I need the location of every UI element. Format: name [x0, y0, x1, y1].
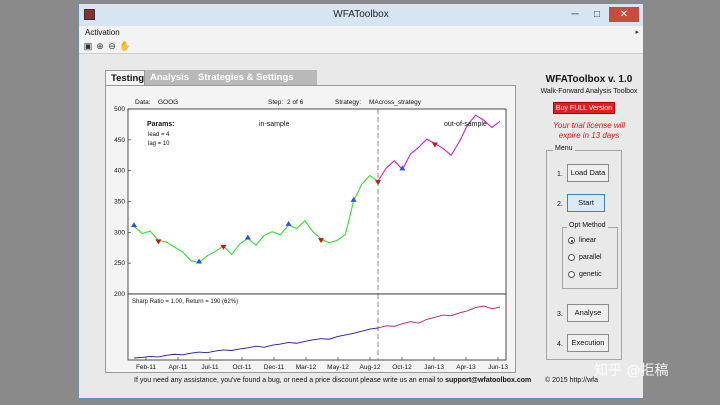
radio-genetic-label: genetic	[579, 271, 602, 278]
price-y-tick-label: 350	[114, 199, 125, 206]
equity-x-tick-label: Apr-13	[456, 364, 476, 371]
app-window: WFAToolbox ─ □ ✕ Activation ▸ ▣ ⊕ ⊖ ✋ Te…	[78, 3, 644, 399]
toolbar: ▣ ⊕ ⊖ ✋	[79, 39, 643, 54]
equity-x-tick-label: Mar-12	[296, 364, 317, 371]
radio-parallel-label: parallel	[579, 254, 602, 261]
watermark-text: 知乎 @拒稿	[594, 363, 669, 379]
maximize-button[interactable]: □	[587, 7, 607, 22]
copyright: © 2015 http://wfa	[545, 377, 599, 384]
start-button[interactable]: Start	[567, 194, 605, 212]
price-y-tick-label: 200	[114, 291, 125, 298]
radio-linear-label: linear	[579, 237, 597, 244]
equity-x-tick-label: May-12	[327, 364, 349, 371]
app-version-title: WFAToolbox v. 1.0	[545, 74, 633, 85]
equity-annotation: Sharp Ratio = 1.00, Return = 190 (62%)	[132, 299, 238, 305]
equity-x-tick-label: Jan-13	[424, 364, 444, 371]
price-equity-chart: Data: GOOG Step: 2 of 6 Strategy: MAcros…	[114, 99, 508, 371]
opt-method-label: Opt Method	[567, 222, 608, 229]
help-text: If you need any assistance, you've found…	[134, 377, 531, 384]
step-4-number: 4.	[557, 341, 563, 348]
data-label: Data:	[135, 99, 151, 106]
tab-analysis[interactable]: Analysis	[145, 70, 193, 86]
window-title: WFAToolbox	[333, 9, 389, 20]
price-y-tick-label: 450	[114, 137, 125, 144]
step-label: Step:	[268, 99, 283, 106]
equity-x-tick-label: Apr-11	[168, 364, 187, 371]
equity-x-tick-label: Dec-11	[264, 364, 285, 371]
equity-x-tick-label: Aug-12	[360, 364, 381, 371]
footer: If you need any assistance, you've found…	[79, 377, 643, 391]
tab-testing[interactable]: Testing	[105, 70, 145, 86]
step-2-number: 2.	[557, 201, 563, 208]
buy-full-version-button[interactable]: Buy FULL Version	[553, 102, 615, 114]
step-1-number: 1.	[557, 171, 563, 178]
equity-x-tick-label: Jul-11	[201, 364, 219, 371]
pan-icon[interactable]: ✋	[119, 41, 130, 51]
strategy-label: Strategy:	[335, 99, 361, 106]
radio-linear[interactable]	[568, 237, 575, 244]
strategy-value: MAcross_strategy	[369, 99, 422, 106]
price-y-tick-label: 400	[114, 168, 125, 175]
step-3-number: 3.	[557, 311, 563, 318]
trial-line-1: Your trial license will	[552, 121, 626, 130]
minimize-button[interactable]: ─	[565, 7, 585, 22]
equity-x-tick-label: Feb-11	[136, 364, 156, 371]
price-y-tick-label: 500	[114, 106, 125, 113]
support-email-link[interactable]: support@wfatoolbox.com	[445, 377, 531, 384]
equity-x-tick-label: Oct-12	[392, 364, 412, 371]
menu-bar: Activation ▸	[79, 26, 643, 39]
in-sample-label: in-sample	[259, 121, 289, 128]
trial-line-2: expire in 13 days	[558, 131, 620, 140]
menu-overflow-icon[interactable]: ▸	[635, 28, 639, 36]
help-message: If you need any assistance, you've found…	[134, 377, 444, 384]
menu-group-label: Menu	[553, 145, 575, 152]
analyse-button[interactable]: Analyse	[567, 304, 609, 322]
zoom-out-icon[interactable]: ⊖	[107, 41, 117, 51]
menu-activation[interactable]: Activation	[85, 28, 120, 37]
step-value: 2 of 6	[287, 99, 304, 106]
params-lead: lead = 4	[148, 132, 170, 138]
params-title: Params:	[147, 121, 175, 128]
out-of-sample-label: out-of-sample	[444, 121, 487, 128]
radio-genetic[interactable]	[568, 271, 575, 278]
price-y-tick-label: 300	[114, 229, 125, 236]
print-icon[interactable]: ▣	[83, 41, 93, 51]
execution-button[interactable]: Execution	[567, 334, 609, 352]
close-button[interactable]: ✕	[609, 7, 639, 22]
price-y-tick-label: 250	[114, 260, 125, 267]
title-bar: WFAToolbox ─ □ ✕	[79, 4, 643, 27]
radio-parallel[interactable]	[568, 254, 575, 261]
equity-x-tick-label: Oct-11	[232, 364, 251, 371]
equity-x-tick-label: Jun-13	[488, 364, 508, 371]
app-subtitle: Walk-Forward Analysis Toolbox	[540, 88, 638, 95]
trial-notice: Your trial license will expire in 13 day…	[534, 121, 644, 141]
testing-panel: Data: GOOG Step: 2 of 6 Strategy: MAcros…	[105, 85, 516, 373]
tab-strategies-settings[interactable]: Strategies & Settings	[193, 70, 317, 86]
price-axes-box	[127, 108, 507, 295]
load-data-button[interactable]: Load Data	[567, 164, 609, 182]
params-lag: lag = 10	[148, 141, 170, 147]
zoom-in-icon[interactable]: ⊕	[95, 41, 105, 51]
data-value: GOOG	[158, 99, 178, 106]
